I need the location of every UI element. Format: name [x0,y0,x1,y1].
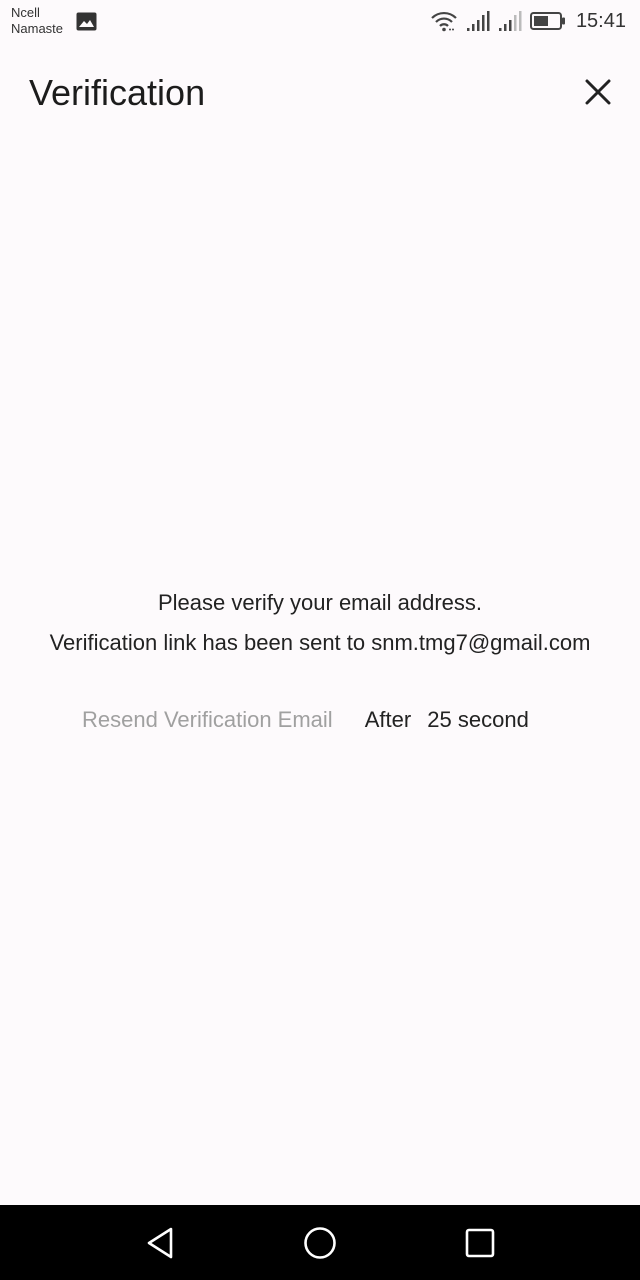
carrier-label: Ncell Namaste [11,5,63,37]
signal-icon [466,11,490,31]
nav-home-button[interactable] [300,1223,340,1263]
verification-message: Please verify your email address. Verifi… [0,585,640,665]
status-time: 15:41 [575,9,626,32]
nav-recents-button[interactable] [460,1223,500,1263]
verify-prompt: Please verify your email address. [157,590,483,615]
countdown-seconds: 25 [427,707,452,732]
carrier-name: Ncell [11,5,40,20]
close-button[interactable] [578,72,618,112]
carrier-greeting: Namaste [11,21,64,36]
system-nav-bar [0,1205,640,1280]
nav-back-button[interactable] [140,1223,180,1263]
wifi-icon [431,11,457,32]
app-bar: Verification [0,56,640,132]
link-sent-text: Verification link has been sent to snm.t… [49,630,591,655]
close-icon [585,79,611,105]
home-icon [304,1227,336,1259]
countdown-unit: second [457,707,529,732]
resend-row: Resend Verification Email After 25 secon… [82,702,529,738]
signal-icon [498,11,522,31]
status-bar: Ncell Namaste 15:41 [0,0,640,44]
countdown-prefix: After [364,707,412,732]
recents-icon [465,1228,495,1258]
resend-countdown: After 25 second [365,707,529,733]
page-title: Verification [29,72,206,113]
resend-verification-button[interactable]: Resend Verification Email [82,707,333,733]
battery-icon [529,12,565,30]
back-icon [147,1227,173,1259]
gallery-icon [76,12,97,31]
